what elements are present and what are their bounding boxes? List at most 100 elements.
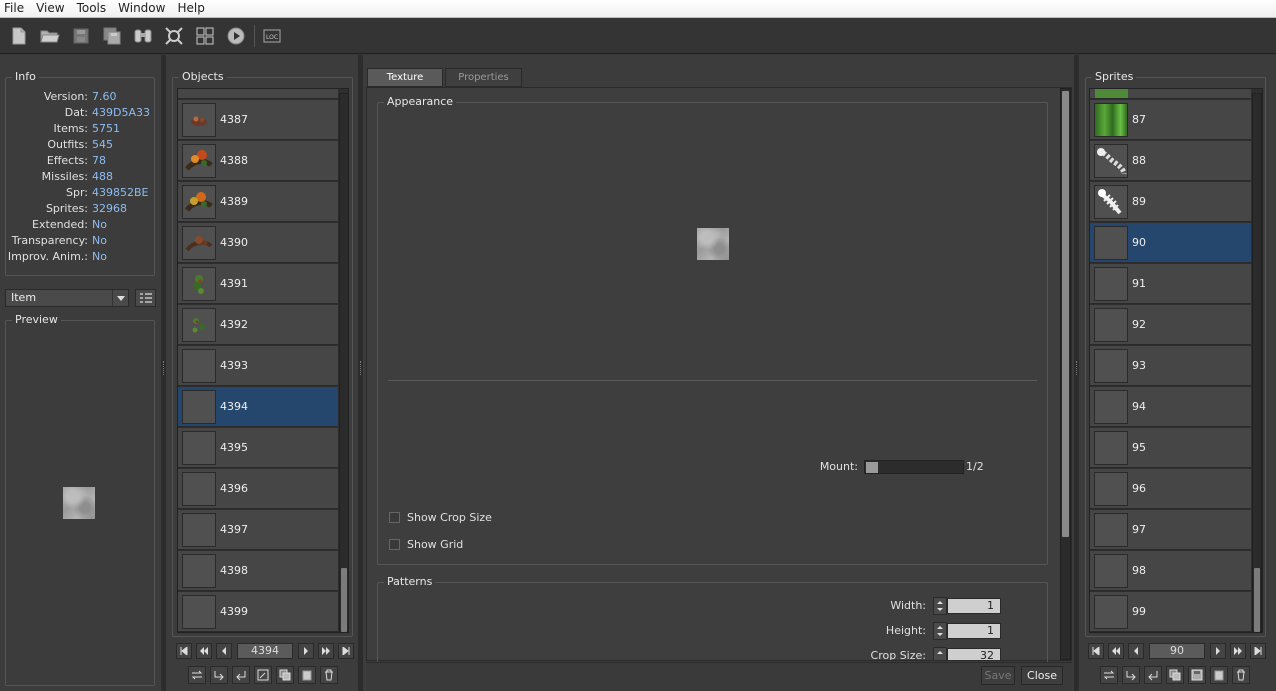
objects-next-page-icon[interactable] <box>298 643 314 659</box>
sprites-scrollbar[interactable] <box>1252 93 1262 632</box>
object-row-4399[interactable]: 4399 <box>178 592 338 632</box>
tab-texture[interactable]: Texture <box>367 68 443 87</box>
save-as-icon[interactable] <box>101 25 123 47</box>
menu-window[interactable]: Window <box>112 0 171 18</box>
duplicate-icon[interactable] <box>276 666 294 684</box>
delete-icon[interactable] <box>320 666 338 684</box>
width-field[interactable]: 1 <box>947 598 1001 614</box>
sprite-row-94[interactable]: 94 <box>1090 387 1251 427</box>
save-sprite-icon[interactable] <box>1188 666 1206 684</box>
width-stepper[interactable] <box>933 597 947 615</box>
sprite-row-96[interactable]: 96 <box>1090 469 1251 509</box>
new-item-icon[interactable] <box>1210 666 1228 684</box>
objects-next-fast-icon[interactable] <box>318 643 334 659</box>
sprite-row-91[interactable]: 91 <box>1090 264 1251 304</box>
object-row-4395[interactable]: 4395 <box>178 428 338 468</box>
sprites-prev-page-icon[interactable] <box>1128 643 1144 659</box>
save-icon[interactable] <box>70 25 92 47</box>
menu-file[interactable]: File <box>0 0 30 18</box>
objects-prev-fast-icon[interactable] <box>196 643 212 659</box>
open-folder-icon[interactable] <box>39 25 61 47</box>
objects-page-field[interactable]: 4394 <box>237 643 293 659</box>
find-icon[interactable] <box>132 25 154 47</box>
export-icon[interactable] <box>1144 666 1162 684</box>
splitter-grip-3 <box>1076 361 1078 375</box>
info-row: Missiles: 488 <box>6 170 156 186</box>
sprite-row-99[interactable]: 99 <box>1090 592 1251 632</box>
sprite-row-92[interactable]: 92 <box>1090 305 1251 345</box>
sprite-row-93[interactable]: 93 <box>1090 346 1251 386</box>
close-button[interactable]: Close <box>1021 666 1063 685</box>
object-row-4398[interactable]: 4398 <box>178 551 338 591</box>
objects-scroll-thumb[interactable] <box>341 568 347 632</box>
object-row-4397[interactable]: 4397 <box>178 510 338 550</box>
info-value: 78 <box>92 154 106 167</box>
new-file-icon[interactable] <box>8 25 30 47</box>
sprite-row-89[interactable]: 89 <box>1090 182 1251 222</box>
list-options-button[interactable] <box>135 289 156 307</box>
sprite-row-thumbnail <box>1094 102 1128 137</box>
sprites-last-page-icon[interactable] <box>1250 643 1266 659</box>
info-row: Improv. Anim.: No <box>6 250 156 266</box>
edit-icon[interactable] <box>254 666 272 684</box>
editor-scrollbar[interactable] <box>1060 88 1071 660</box>
localization-icon[interactable]: LOC <box>261 25 283 47</box>
objects-first-page-icon[interactable] <box>176 643 192 659</box>
show-grid-checkbox[interactable] <box>389 539 400 550</box>
sprites-scroll-thumb[interactable] <box>1254 568 1260 632</box>
crop-size-stepper[interactable] <box>933 647 947 660</box>
height-field[interactable]: 1 <box>947 623 1001 639</box>
objects-prev-page-icon[interactable] <box>216 643 232 659</box>
object-row-4392[interactable]: 4392 <box>178 305 338 345</box>
object-row-4390[interactable]: 4390 <box>178 223 338 263</box>
menu-tools[interactable]: Tools <box>71 0 113 18</box>
height-stepper[interactable] <box>933 622 947 640</box>
sprite-row-88[interactable]: 88 <box>1090 141 1251 181</box>
patterns-title: Patterns <box>384 575 436 588</box>
sprite-row-98[interactable]: 98 <box>1090 551 1251 591</box>
sprite-row-97[interactable]: 97 <box>1090 510 1251 550</box>
replace-icon[interactable] <box>188 666 206 684</box>
import-icon[interactable] <box>1122 666 1140 684</box>
menu-help[interactable]: Help <box>171 0 210 18</box>
objects-scrollbar[interactable] <box>339 93 348 632</box>
sprites-page-field[interactable]: 90 <box>1149 643 1205 659</box>
sprite-row-90[interactable]: 90 <box>1090 223 1251 263</box>
sprites-prev-fast-icon[interactable] <box>1108 643 1124 659</box>
sprite-row-95[interactable]: 95 <box>1090 428 1251 468</box>
sprites-next-page-icon[interactable] <box>1210 643 1226 659</box>
mount-slider[interactable] <box>864 460 964 474</box>
replace-icon[interactable] <box>1100 666 1118 684</box>
mount-value: 1/2 <box>966 460 984 473</box>
sprite-row-87[interactable]: 87 <box>1090 100 1251 140</box>
object-row-4389[interactable]: 4389 <box>178 182 338 222</box>
object-row-4388[interactable]: 4388 <box>178 141 338 181</box>
new-item-icon[interactable] <box>298 666 316 684</box>
mount-slider-handle[interactable] <box>866 462 878 473</box>
objects-last-page-icon[interactable] <box>338 643 354 659</box>
object-row-4391[interactable]: 4391 <box>178 264 338 304</box>
menu-view[interactable]: View <box>30 0 70 18</box>
editor-scroll-thumb[interactable] <box>1062 91 1069 537</box>
object-row-4396[interactable]: 4396 <box>178 469 338 509</box>
save-button[interactable]: Save <box>981 666 1015 685</box>
import-icon[interactable] <box>210 666 228 684</box>
sprite-row-label: 87 <box>1132 113 1146 126</box>
duplicate-icon[interactable] <box>1166 666 1184 684</box>
crop-size-field[interactable]: 32 <box>947 648 1001 660</box>
grid-icon[interactable] <box>194 25 216 47</box>
sprites-first-page-icon[interactable] <box>1088 643 1104 659</box>
category-select[interactable]: Item <box>5 289 129 307</box>
zoom-icon[interactable] <box>163 25 185 47</box>
sprite-row-label: 91 <box>1132 277 1146 290</box>
objects-title: Objects <box>179 70 227 83</box>
tab-properties[interactable]: Properties <box>445 68 522 87</box>
object-row-4394[interactable]: 4394 <box>178 387 338 427</box>
object-row-4393[interactable]: 4393 <box>178 346 338 386</box>
delete-icon[interactable] <box>1232 666 1250 684</box>
export-icon[interactable] <box>232 666 250 684</box>
play-icon[interactable] <box>225 25 247 47</box>
sprites-next-fast-icon[interactable] <box>1230 643 1246 659</box>
show-crop-size-checkbox[interactable] <box>389 512 400 523</box>
object-row-4387[interactable]: 4387 <box>178 100 338 140</box>
